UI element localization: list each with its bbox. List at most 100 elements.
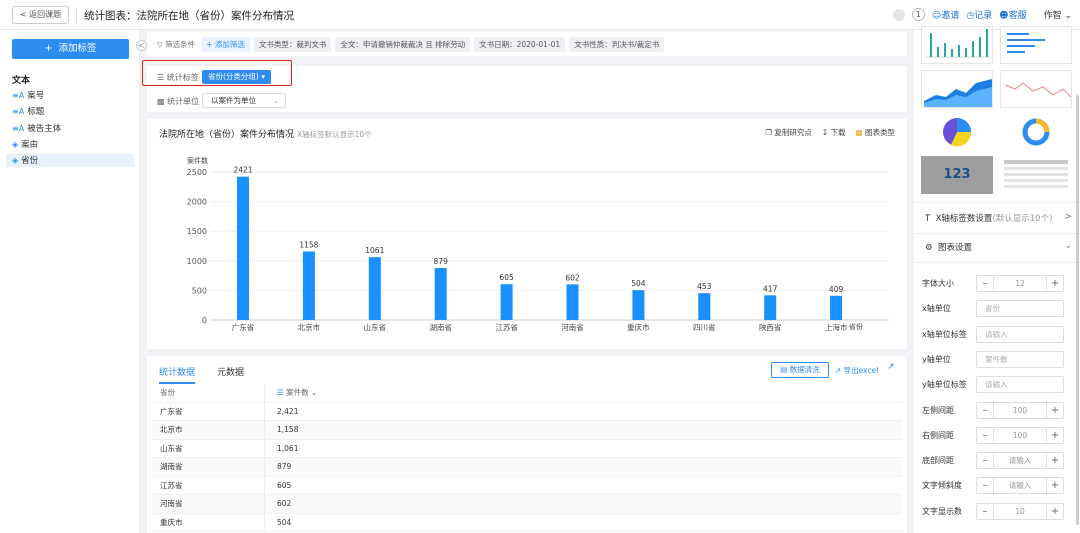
user-menu[interactable]: 作智 ⌄ bbox=[1044, 8, 1072, 21]
chevron-down-icon: ⌄ bbox=[272, 96, 279, 105]
cell-count: 605 bbox=[277, 480, 292, 490]
table-tabs: 统计数据 元数据 bbox=[159, 365, 244, 384]
chart-bar bbox=[368, 257, 381, 320]
count-badge: 1 bbox=[911, 8, 925, 21]
x-tick-label: 上海市 bbox=[825, 322, 848, 332]
chart-thumb-ring[interactable] bbox=[1000, 113, 1072, 151]
setting-input[interactable]: 请输入 bbox=[976, 325, 1064, 343]
sidebar-item-province[interactable]: ◈ 省份 bbox=[6, 154, 134, 167]
stepper-value: 100 bbox=[1012, 405, 1028, 415]
filter-label: ▽ 筛选条件 bbox=[157, 39, 196, 49]
minus-icon[interactable]: – bbox=[977, 427, 994, 443]
setting-input[interactable]: 省份 bbox=[976, 300, 1064, 318]
export-excel-link[interactable]: ↗ 导出excel bbox=[835, 365, 878, 376]
table-row: 山东省 1,061 bbox=[152, 439, 902, 458]
record-link[interactable]: ◷记录 bbox=[966, 8, 992, 21]
setting-stepper[interactable]: – 请输入 + bbox=[976, 477, 1064, 495]
minus-icon[interactable]: – bbox=[977, 402, 994, 418]
x-tick-label: 山东省 bbox=[364, 322, 387, 332]
invite-link[interactable]: ☺邀请 bbox=[932, 8, 959, 21]
chart-thumb-number[interactable]: 123 bbox=[921, 156, 993, 194]
plus-icon[interactable]: + bbox=[1046, 478, 1063, 494]
filter-chip[interactable]: 文书类型：裁判文书 bbox=[253, 36, 332, 52]
x-tick-label: 四川省 bbox=[693, 322, 716, 332]
scrollbar[interactable] bbox=[1076, 95, 1079, 525]
filter-chip[interactable]: 文书性质：判决书/裁定书 bbox=[569, 36, 665, 52]
chevron-down-icon[interactable]: ⌄ bbox=[1064, 241, 1072, 251]
setting-label: 文字显示数 bbox=[922, 506, 962, 516]
x-tick-label: 江苏省 bbox=[495, 322, 518, 332]
cell-province: 山东省 bbox=[152, 439, 265, 457]
filter-chip[interactable]: 文书日期：2020-01-01 bbox=[474, 36, 566, 52]
stats-table: 省份 ☰ 案件数 ⌄ 广东省 2,421 北京市 1,158 山东省 1,061 湖南省 87… bbox=[152, 384, 902, 532]
bar-value-label: 602 bbox=[565, 273, 580, 282]
stepper-value: 请输入 bbox=[1008, 456, 1032, 466]
chevron-right-icon[interactable]: > bbox=[1064, 212, 1072, 222]
plus-icon[interactable]: + bbox=[1046, 503, 1063, 519]
service-link[interactable]: ☻客服 bbox=[999, 8, 1026, 21]
cell-count: 1,158 bbox=[277, 425, 299, 434]
plus-icon[interactable]: + bbox=[1046, 276, 1063, 291]
table-row: 江苏省 605 bbox=[152, 476, 902, 495]
sidebar-item-defendant[interactable]: ≡A 被告主体 bbox=[12, 122, 61, 135]
setting-stepper[interactable]: – 100 + bbox=[976, 401, 1064, 419]
table-row: 湖南省 879 bbox=[152, 458, 902, 477]
setting-stepper[interactable]: – 请输入 + bbox=[976, 452, 1064, 470]
chart-thumb-table[interactable] bbox=[1000, 156, 1072, 194]
sidebar-item-title[interactable]: ≡A 标题 bbox=[12, 105, 44, 118]
data-clean-button[interactable]: ▤ 数据清洗 bbox=[771, 362, 829, 378]
setting-input[interactable]: 案件数 bbox=[976, 350, 1064, 368]
cell-province: 湖南省 bbox=[152, 458, 265, 476]
filter-chip[interactable]: 全文：申请撤销仲裁裁决 且 排除劳动 bbox=[335, 36, 471, 52]
horizontal-bar-thumb-icon bbox=[1007, 33, 1045, 53]
stepper-value: 12 bbox=[1015, 279, 1025, 288]
chart-setting-row[interactable]: ⚙ 图表设置 bbox=[925, 241, 972, 253]
bar-chart-thumb-icon bbox=[926, 29, 990, 58]
x-axis-setting-row[interactable]: T X轴标签数设置(默认显示10个) bbox=[925, 212, 1052, 224]
fullscreen-icon[interactable]: ↗ bbox=[887, 362, 895, 372]
collapse-sidebar-icon[interactable]: < bbox=[136, 40, 147, 51]
tab-meta[interactable]: 元数据 bbox=[217, 365, 244, 384]
bar-value-label: 879 bbox=[434, 257, 449, 266]
chart-thumb-area[interactable] bbox=[921, 70, 993, 108]
plus-icon[interactable]: + bbox=[1046, 427, 1063, 443]
header-count[interactable]: ☰ 案件数 ⌄ bbox=[265, 384, 902, 402]
cell-province: 河南省 bbox=[152, 495, 265, 513]
chart-panel: 法院所在地（省份）案件分布情况 X轴标签默认显示10个 ❐ 复制研究点 ↧ 下载 … bbox=[147, 119, 907, 349]
page-title: 统计图表：法院所在地（省份）案件分布情况 bbox=[84, 10, 294, 22]
bar-chart: 0 500 1000 1500 2000 2500 案件数省份 2421 广东省 1158 北京市 1… bbox=[187, 156, 889, 332]
ring-chart-thumb-icon bbox=[1022, 118, 1050, 146]
stat-unit-select[interactable]: 以案件为单位 ⌄ bbox=[202, 93, 286, 108]
chart-thumb-line[interactable] bbox=[1000, 70, 1072, 108]
cell-province: 北京市 bbox=[152, 421, 265, 439]
setting-label: x轴单位 bbox=[922, 304, 951, 314]
setting-stepper[interactable]: – 10 + bbox=[976, 502, 1064, 520]
minus-icon[interactable]: – bbox=[977, 503, 994, 519]
chart-thumb-hbar[interactable] bbox=[1000, 26, 1072, 64]
sidebar-item-cause[interactable]: ◈ 案由 bbox=[12, 138, 38, 151]
minus-icon[interactable]: – bbox=[977, 478, 994, 494]
divider bbox=[914, 202, 1080, 203]
sidebar-item-case-no[interactable]: ≡A 案号 bbox=[12, 89, 44, 102]
setting-input[interactable]: 请输入 bbox=[976, 376, 1064, 394]
text-field-icon: ≡A bbox=[12, 91, 25, 100]
minus-icon[interactable]: – bbox=[977, 276, 994, 291]
tab-stats[interactable]: 统计数据 bbox=[159, 365, 196, 384]
bar-value-label: 409 bbox=[829, 285, 844, 294]
chart-bar bbox=[830, 295, 843, 320]
plus-icon[interactable]: + bbox=[1046, 453, 1063, 469]
setting-stepper[interactable]: – 12 + bbox=[976, 275, 1064, 292]
chart-thumb-pie[interactable] bbox=[921, 113, 993, 151]
add-filter-button[interactable]: + 添加筛选 bbox=[201, 36, 250, 52]
back-button[interactable]: < 返回课题 bbox=[12, 6, 69, 24]
pie-chart-thumb-icon bbox=[943, 118, 972, 147]
x-tick-label: 河南省 bbox=[561, 322, 584, 332]
minus-icon[interactable]: – bbox=[977, 453, 994, 469]
text-field-icon: ≡A bbox=[12, 124, 25, 133]
bar-value-label: 453 bbox=[697, 282, 712, 291]
plus-icon[interactable]: + bbox=[1046, 402, 1063, 418]
add-tag-button[interactable]: + 添加标签 bbox=[12, 39, 129, 59]
setting-stepper[interactable]: – 100 + bbox=[976, 426, 1064, 444]
chart-thumb-bar[interactable] bbox=[921, 26, 993, 64]
right-sidebar: 123 T X轴标签数设置(默认显示10个) > ⚙ 图表设置 ⌄ 字体大小 – 1… bbox=[914, 26, 1080, 533]
